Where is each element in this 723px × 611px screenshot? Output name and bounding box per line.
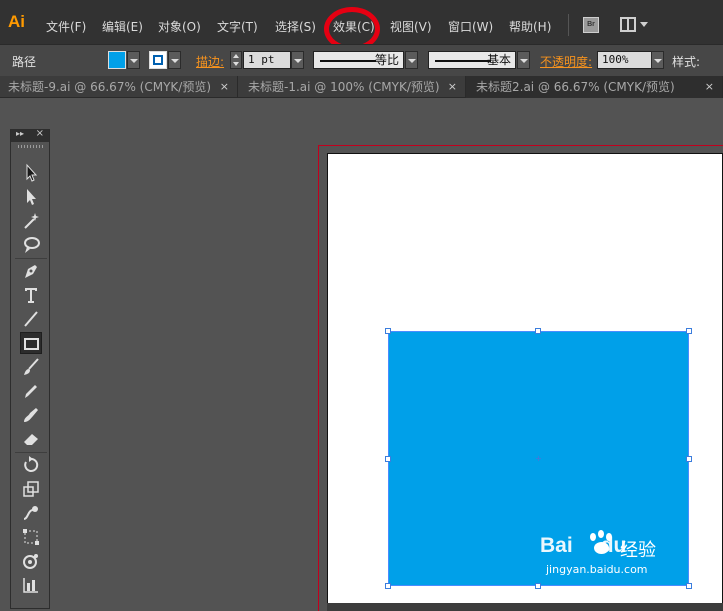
menu-edit[interactable]: 编辑(E) <box>102 18 143 35</box>
control-panel: 路径 描边: 1 pt 等比 基本 不透明度: 100% 样式: <box>0 44 723 76</box>
close-icon[interactable]: × <box>36 128 44 139</box>
baidu-paw-icon <box>587 530 617 556</box>
opacity-field[interactable]: 100% <box>597 51 652 69</box>
tab-label: 未标题2.ai @ 66.67% (CMYK/预览) <box>476 80 675 94</box>
free-transform-icon <box>23 529 39 545</box>
rotate-tool[interactable] <box>20 454 42 476</box>
pen-tool[interactable] <box>20 260 42 282</box>
selection-type-label: 路径 <box>12 55 37 69</box>
horizontal-scrollbar[interactable] <box>327 603 723 611</box>
scale-icon <box>23 481 39 497</box>
menu-file[interactable]: 文件(F) <box>46 18 86 35</box>
line-segment-icon <box>24 311 38 327</box>
style-label[interactable]: 样式: <box>672 53 700 70</box>
stroke-dropdown[interactable] <box>168 51 181 69</box>
collapse-icon[interactable]: ▸▸ <box>16 129 24 138</box>
stroke-color-swatch[interactable] <box>149 51 167 69</box>
type-tool[interactable] <box>20 284 42 306</box>
menu-separator <box>568 14 569 36</box>
brush-definition-select[interactable]: 基本 <box>428 51 516 69</box>
resize-handle-right[interactable] <box>686 456 692 462</box>
column-graph-icon <box>23 578 38 593</box>
profile-dropdown[interactable] <box>405 51 418 69</box>
close-icon[interactable]: × <box>448 76 457 98</box>
free-transform-tool[interactable] <box>20 526 42 548</box>
close-icon[interactable]: × <box>220 76 229 98</box>
tab-document-1[interactable]: 未标题-1.ai @ 100% (CMYK/预览) × <box>238 76 466 98</box>
menu-object[interactable]: 对象(O) <box>158 18 201 35</box>
paintbrush-tool[interactable] <box>20 356 42 378</box>
selection-tool[interactable] <box>20 162 42 184</box>
direct-selection-tool[interactable] <box>20 186 42 208</box>
blob-brush-tool[interactable] <box>20 404 42 426</box>
brush-dropdown[interactable] <box>517 51 530 69</box>
tab-document-2[interactable]: 未标题2.ai @ 66.67% (CMYK/预览) × <box>466 76 723 98</box>
fill-color-swatch[interactable] <box>108 51 126 69</box>
lasso-tool[interactable] <box>20 234 42 256</box>
direct-selection-arrow-icon <box>27 189 36 205</box>
eraser-icon <box>24 434 38 445</box>
scale-tool[interactable] <box>20 478 42 500</box>
rotate-icon <box>24 456 39 472</box>
opacity-dropdown[interactable] <box>651 51 664 69</box>
center-point-marker <box>536 456 541 461</box>
watermark-url: jingyan.baidu.com <box>546 563 648 576</box>
panel-grip[interactable] <box>18 145 44 148</box>
bridge-button[interactable]: Br <box>583 17 599 33</box>
rectangle-icon <box>24 338 39 350</box>
stroke-weight-field[interactable]: 1 pt <box>243 51 291 69</box>
type-t-icon <box>25 288 37 303</box>
warp-tool[interactable] <box>20 502 42 524</box>
paintbrush-icon <box>24 358 39 375</box>
stroke-weight-stepper[interactable] <box>230 51 242 69</box>
stroke-swatch-icon <box>153 55 163 65</box>
rectangle-tool[interactable] <box>20 332 42 354</box>
close-icon[interactable]: × <box>705 76 714 98</box>
resize-handle-top-right[interactable] <box>686 328 692 334</box>
document-tab-bar: 未标题-9.ai @ 66.67% (CMYK/预览) × 未标题-1.ai @… <box>0 76 723 98</box>
pencil-tool[interactable] <box>20 380 42 402</box>
symbol-sprayer-icon <box>23 554 38 569</box>
tab-label: 未标题-9.ai @ 66.67% (CMYK/预览) <box>8 80 212 94</box>
baidu-jingyan-watermark: Bai du 经验 jingyan.baidu.com <box>540 530 700 586</box>
resize-handle-top[interactable] <box>535 328 541 334</box>
pen-nib-icon <box>25 265 37 278</box>
warp-icon <box>23 506 38 520</box>
arrange-documents-icon <box>620 17 636 32</box>
tab-label: 未标题-1.ai @ 100% (CMYK/预览) <box>248 80 440 94</box>
fill-dropdown[interactable] <box>127 51 140 69</box>
menu-help[interactable]: 帮助(H) <box>509 18 551 35</box>
magic-wand-tool[interactable] <box>20 210 42 232</box>
resize-handle-left[interactable] <box>385 456 391 462</box>
arrange-documents-button[interactable] <box>620 17 648 33</box>
watermark-product: 经验 <box>620 540 656 561</box>
selection-arrow-icon <box>26 163 38 182</box>
pencil-icon <box>25 385 37 398</box>
menu-type[interactable]: 文字(T) <box>217 18 258 35</box>
stroke-weight-dropdown[interactable] <box>291 51 304 69</box>
variable-width-profile-select[interactable]: 等比 <box>313 51 404 69</box>
symbol-sprayer-tool[interactable] <box>20 550 42 572</box>
resize-handle-top-left[interactable] <box>385 328 391 334</box>
blob-brush-icon <box>24 408 38 422</box>
column-graph-tool[interactable] <box>20 574 42 596</box>
resize-handle-bottom-left[interactable] <box>385 583 391 589</box>
tools-panel: ▸▸ × <box>10 128 50 609</box>
lasso-icon <box>24 237 40 253</box>
menu-window[interactable]: 窗口(W) <box>448 18 493 35</box>
toolbox-divider <box>15 452 47 453</box>
stroke-panel-link[interactable]: 描边: <box>196 53 224 70</box>
line-segment-tool[interactable] <box>20 308 42 330</box>
tab-document-9[interactable]: 未标题-9.ai @ 66.67% (CMYK/预览) × <box>0 76 238 98</box>
toolbox-divider <box>15 258 47 259</box>
eraser-tool[interactable] <box>20 428 42 450</box>
tools-panel-header[interactable]: ▸▸ × <box>11 128 49 142</box>
magic-wand-icon <box>24 213 39 229</box>
opacity-panel-link[interactable]: 不透明度: <box>540 53 592 70</box>
app-logo: Ai <box>8 12 25 31</box>
menu-view[interactable]: 视图(V) <box>390 18 432 35</box>
menu-select[interactable]: 选择(S) <box>275 18 316 35</box>
chevron-down-icon <box>640 22 648 27</box>
